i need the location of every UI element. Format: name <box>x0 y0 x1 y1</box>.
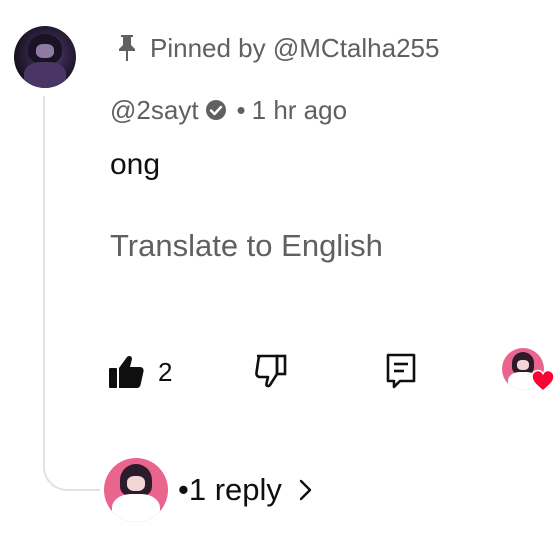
pin-icon <box>119 35 135 61</box>
thumbs-down-outline-icon <box>255 354 287 388</box>
creator-avatar-face <box>517 360 529 370</box>
avatar-face <box>36 44 54 58</box>
pinned-text: Pinned by @MCtalha255 <box>150 32 440 63</box>
chevron-right-icon <box>299 479 312 501</box>
view-replies-button[interactable]: •1 reply <box>104 458 314 522</box>
reply-button[interactable] <box>380 350 424 394</box>
replier-avatar-face <box>127 476 145 491</box>
thumbs-up-filled-icon <box>109 355 144 388</box>
like-count: 2 <box>158 356 173 387</box>
replies-label: •1 reply <box>178 472 282 507</box>
comment-meta: @2sayt • 1 hr ago <box>110 92 347 128</box>
comment-reply-icon <box>386 353 416 389</box>
thread-connector-line <box>43 96 100 491</box>
comment-time[interactable]: 1 hr ago <box>252 95 347 126</box>
replier-avatar-body <box>112 494 160 522</box>
pinned-label: Pinned by @MCtalha255 <box>116 30 439 66</box>
avatar-body <box>24 62 66 88</box>
meta-separator: • <box>236 94 246 125</box>
creator-heart[interactable] <box>500 346 556 396</box>
author-avatar[interactable] <box>14 26 76 88</box>
comment-text: ong <box>110 148 161 181</box>
creator-heart-icon <box>531 369 555 392</box>
dislike-button[interactable] <box>250 350 294 394</box>
verified-check-icon <box>205 100 226 120</box>
replier-avatar <box>104 458 168 522</box>
translate-link[interactable]: Translate to English <box>110 228 383 264</box>
author-handle[interactable]: @2sayt <box>110 95 199 126</box>
like-button[interactable]: 2 <box>108 350 172 394</box>
